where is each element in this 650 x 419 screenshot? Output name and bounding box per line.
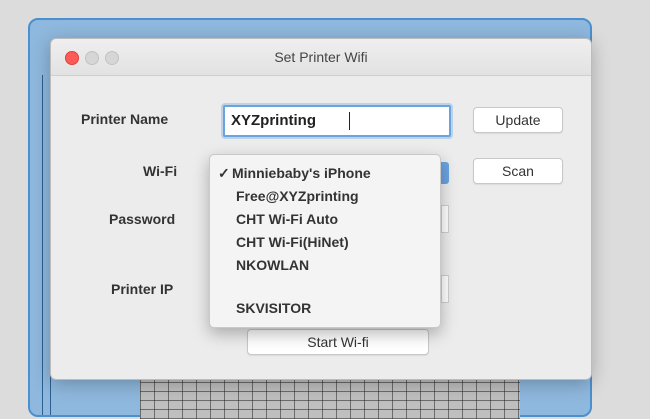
printer-name-value: XYZprinting <box>231 112 316 129</box>
update-button[interactable]: Update <box>473 107 563 133</box>
wifi-label: Wi-Fi <box>143 163 178 179</box>
wifi-option[interactable]: CHT Wi-Fi(HiNet) <box>236 234 349 250</box>
checkmark-icon: ✓ <box>218 165 230 181</box>
wifi-network-dropdown[interactable]: ✓ Minniebaby's iPhone Free@XYZprinting CH… <box>209 154 441 328</box>
wifi-option[interactable]: CHT Wi-Fi Auto <box>236 211 338 227</box>
printer-ip-field[interactable] <box>441 275 449 303</box>
set-printer-wifi-dialog: Set Printer Wifi Printer Name XYZprintin… <box>50 38 592 380</box>
wifi-option[interactable]: ✓ Minniebaby's iPhone <box>218 165 371 182</box>
title-bar: Set Printer Wifi <box>51 39 591 76</box>
start-wifi-button[interactable]: Start Wi-fi <box>247 329 429 355</box>
text-caret <box>349 112 350 130</box>
wifi-option[interactable]: Free@XYZprinting <box>236 188 359 204</box>
wifi-option[interactable]: NKOWLAN <box>236 257 309 273</box>
printer-ip-label: Printer IP <box>111 281 174 297</box>
wifi-popup-arrow[interactable] <box>441 162 449 184</box>
window-title: Set Printer Wifi <box>274 49 368 65</box>
password-label: Password <box>109 211 176 227</box>
printer-name-label: Printer Name <box>81 111 169 127</box>
scan-button[interactable]: Scan <box>473 158 563 184</box>
printer-name-field[interactable]: XYZprinting <box>223 105 451 137</box>
password-field[interactable] <box>441 205 449 233</box>
wifi-option[interactable]: SKVISITOR <box>236 300 311 316</box>
wireframe-line <box>42 75 43 415</box>
